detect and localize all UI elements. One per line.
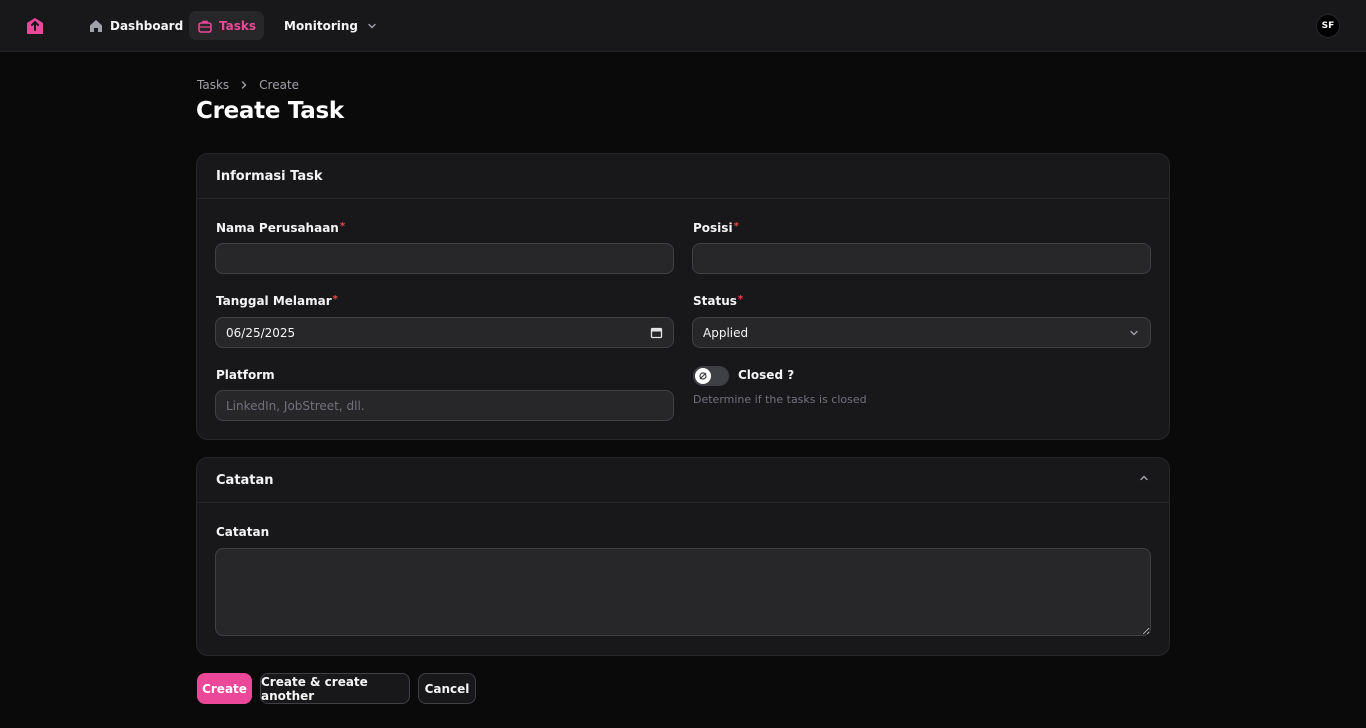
nav-monitoring[interactable]: Monitoring [276,11,386,40]
nav-dashboard[interactable]: Dashboard [80,11,191,40]
chevron-down-icon [1128,327,1140,339]
section-heading: Informasi Task [197,154,1169,199]
cancel-button[interactable]: Cancel [418,673,476,704]
platform-label: Platform [216,368,275,382]
breadcrumb-current: Create [259,78,300,92]
breadcrumb: Tasks Create [197,78,299,92]
nav-dashboard-label: Dashboard [110,18,184,33]
chevron-down-icon [366,20,378,32]
chevron-up-icon[interactable] [1138,472,1150,488]
briefcase-icon [197,18,213,34]
catatan-section: Catatan Catatan [196,457,1170,656]
nama-perusahaan-label: Nama Perusahaan* [216,221,345,235]
create-button[interactable]: Create [197,673,252,704]
status-label: Status* [693,294,743,308]
posisi-input[interactable] [692,243,1151,274]
posisi-label: Posisi* [693,221,739,235]
nama-perusahaan-input[interactable] [215,243,674,274]
section-title: Catatan [216,472,274,488]
catatan-textarea[interactable] [215,548,1151,636]
closed-helper-text: Determine if the tasks is closed [693,393,867,406]
nav-tasks-label: Tasks [219,18,257,33]
breadcrumb-tasks-link[interactable]: Tasks [197,78,229,92]
status-selected-value: Applied [703,325,749,340]
tanggal-melamar-date-input[interactable]: 06/25/2025 [215,317,674,348]
closed-toggle[interactable] [693,366,729,386]
status-select[interactable]: Applied [692,317,1151,348]
calendar-icon[interactable] [650,326,663,339]
create-another-button[interactable]: Create & create another [260,673,410,704]
status-label-text: Status [693,294,737,308]
eye-off-icon [699,372,707,380]
app-logo-icon[interactable] [24,15,46,37]
chevron-right-icon [238,79,250,91]
nama-perusahaan-label-text: Nama Perusahaan [216,221,339,235]
date-value: 06/25/2025 [226,325,296,340]
toggle-knob [695,368,711,384]
required-marker: * [332,294,338,305]
posisi-label-text: Posisi [693,221,733,235]
tanggal-melamar-label-text: Tanggal Melamar [216,294,332,308]
required-marker: * [339,221,346,232]
home-icon [88,18,104,34]
user-avatar[interactable]: SF [1316,14,1340,38]
nav-tasks[interactable]: Tasks [189,11,265,40]
required-marker: * [733,221,739,232]
platform-input[interactable] [215,390,674,421]
closed-label: Closed ? [738,368,795,382]
section-heading[interactable]: Catatan [197,458,1169,503]
nav-monitoring-label: Monitoring [284,18,358,33]
informasi-task-section: Informasi Task Nama Perusahaan* Posisi* … [196,153,1170,440]
section-title: Informasi Task [216,168,323,184]
tanggal-melamar-label: Tanggal Melamar* [216,294,338,308]
page-title: Create Task [196,98,344,124]
top-navigation-bar: Dashboard Tasks Monitoring SF [0,0,1366,52]
required-marker: * [737,294,744,305]
catatan-label: Catatan [216,525,270,539]
